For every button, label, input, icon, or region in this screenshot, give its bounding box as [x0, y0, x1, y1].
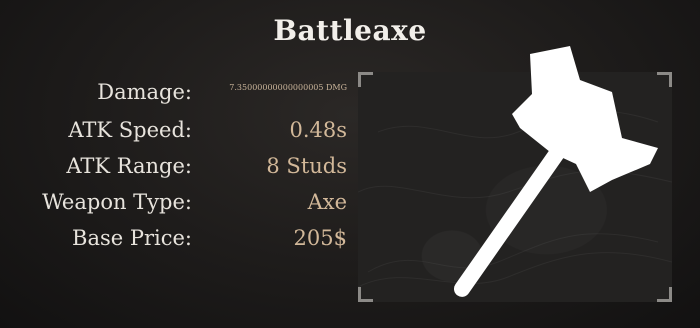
stat-value: Axe — [307, 190, 347, 214]
stat-row-atk-speed: ATK Speed: 0.48s — [0, 118, 350, 152]
stat-label: Damage: — [97, 80, 192, 104]
stat-row-weapon-type: Weapon Type: Axe — [0, 190, 350, 224]
stat-value: 0.48s — [289, 118, 347, 142]
stat-row-atk-range: ATK Range: 8 Studs — [0, 154, 350, 188]
stat-value: 8 Studs — [266, 154, 347, 178]
frame-corner-bottom-left — [358, 287, 373, 302]
stat-label: ATK Range: — [66, 154, 192, 178]
stat-row-damage: Damage: 7.35000000000000005 DMG — [0, 80, 350, 114]
stat-label: ATK Speed: — [68, 118, 192, 142]
stat-label: Weapon Type: — [42, 190, 192, 214]
stat-value: 205$ — [293, 226, 347, 250]
frame-corner-top-left — [358, 72, 373, 87]
battleaxe-icon — [453, 46, 658, 297]
stat-row-base-price: Base Price: 205$ — [0, 226, 350, 260]
stat-label: Base Price: — [72, 226, 192, 250]
stat-value: 7.35000000000000005 DMG — [229, 83, 347, 92]
